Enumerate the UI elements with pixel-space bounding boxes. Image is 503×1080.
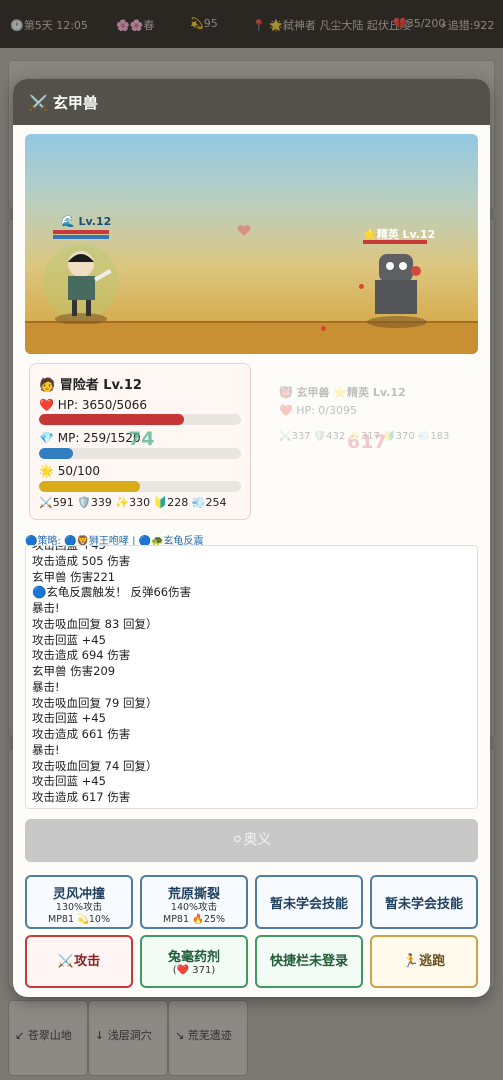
skill-name: 灵风冲撞 [52, 887, 105, 902]
log-line: 攻击造成 694 伤害 [32, 648, 131, 663]
skill-button-4[interactable]: 暂未学会技能 [370, 875, 478, 929]
enemy-stats-panel: 👹 玄甲兽 ⭐精英 Lv.12 ❤️ HP: 0/3095 617 ⚔️337 … [265, 363, 475, 520]
modal-title: ⚔️ 玄甲兽 [29, 94, 98, 112]
log-line: 暴击! [32, 742, 60, 757]
player-mp-text: 💎 MP: 259/1520 [39, 431, 141, 445]
heart-particle-icon [237, 225, 251, 236]
player-energy-bar [39, 481, 241, 492]
skill-button-1[interactable]: 灵风冲撞 130%攻击 MP81 💫10% [25, 875, 133, 929]
enemy-hp-text: ❤️ HP: 0/3095 [279, 404, 357, 417]
potion-button[interactable]: 兔毫药剂 (❤️ 371) [140, 935, 248, 988]
log-line: 攻击吸血回复 83 回复） [32, 616, 158, 631]
potion-name: 兔毫药剂 [167, 950, 220, 965]
player-mp-fill [39, 448, 74, 459]
log-line: 攻击造成 617 伤害 [32, 790, 131, 804]
player-hp-bar [39, 414, 241, 425]
enemy-attributes: ⚔️337 🛡️432 ✨317 🔰370 💨183 [279, 431, 450, 442]
battle-log-lines: 攻击回蓝 +45 攻击造成 505 伤害 玄甲兽 伤害221 🔵玄龟反震触发！ 反弹6… [32, 545, 472, 806]
log-line: 攻击吸血回复 79 回复） [32, 695, 158, 710]
log-line: 暴击! [32, 601, 60, 615]
spark-particle [359, 284, 364, 289]
skill-detail: 130%攻击 [55, 902, 103, 913]
log-line: 暴击! [32, 679, 60, 694]
log-line: 攻击吸血回复 74 回复） [32, 758, 158, 773]
log-line: 攻击造成 661 伤害 [32, 727, 131, 741]
enemy-sprite-icon [367, 254, 427, 328]
log-line: 攻击回蓝 +45 [32, 632, 106, 647]
log-line: 玄甲兽 伤害209 [32, 664, 116, 678]
player-scene-hp-bar [53, 230, 109, 234]
skill-button-2[interactable]: 荒原撕裂 140%攻击 MP81 🔥25% [140, 875, 248, 929]
log-line: 玄甲兽 伤害221 [32, 569, 116, 584]
player-name: 🧑 冒险者 Lv.12 [39, 378, 142, 393]
player-scene-mp-bar [53, 235, 109, 239]
player-hp-fill [39, 414, 185, 425]
skill-cost: MP81 💫10% [48, 914, 110, 925]
player-hp-text: ❤️ HP: 3650/5066 [39, 398, 147, 412]
skill-name: 暂未学会技能 [384, 897, 463, 912]
attack-button[interactable]: ⚔️攻击 [25, 935, 133, 988]
player-attributes: ⚔️591 🛡️339 ✨330 🔰228 💨254 [39, 496, 227, 509]
quickbar-button[interactable]: 快捷栏未登录 [255, 935, 363, 988]
log-line: 攻击回蓝 +45 [32, 711, 106, 726]
floating-number: 74 [128, 428, 155, 450]
skill-cost: MP81 🔥25% [163, 914, 225, 925]
potion-count: (❤️ 371) [172, 965, 216, 976]
player-scene-label: 🌊 Lv.12 [61, 215, 112, 228]
player-mp-bar [39, 448, 241, 459]
spark-particle [321, 326, 326, 331]
log-line: 🔵玄龟反震触发！ 反弹66伤害 [32, 585, 192, 600]
skill-name: 暂未学会技能 [269, 897, 348, 912]
battle-modal: ⚔️ 玄甲兽 🌊 Lv.12 ⭐精英 Lv.12 🧑 冒险者 Lv.12 ❤️ … [13, 79, 490, 997]
enemy-name: 👹 玄甲兽 ⭐精英 Lv.12 [279, 386, 406, 399]
player-energy-fill [39, 481, 140, 492]
flee-button[interactable]: 🏃逃跑 [370, 935, 478, 988]
enemy-scene-hp-bar [363, 240, 427, 244]
modal-header: ⚔️ 玄甲兽 [13, 79, 490, 125]
skill-name: 荒原撕裂 [167, 887, 220, 902]
player-sprite-icon [43, 244, 119, 324]
skill-button-3[interactable]: 暂未学会技能 [255, 875, 363, 929]
skill-detail: 140%攻击 [170, 902, 218, 913]
log-line: 攻击回蓝 +45 [32, 774, 106, 789]
log-line: 攻击回蓝 +45 [32, 545, 106, 552]
player-stats-panel: 🧑 冒险者 Lv.12 ❤️ HP: 3650/5066 💎 MP: 259/1… [29, 363, 251, 520]
battle-scene: 🌊 Lv.12 ⭐精英 Lv.12 [25, 134, 478, 354]
player-energy-text: 🌟 50/100 [39, 464, 100, 478]
battle-log[interactable]: 攻击回蓝 +45 攻击造成 505 伤害 玄甲兽 伤害221 🔵玄龟反震触发！ 反弹6… [25, 545, 478, 809]
ultimate-button[interactable]: ⚪奥义 [25, 819, 478, 862]
log-line: 攻击造成 505 伤害 [32, 553, 131, 568]
